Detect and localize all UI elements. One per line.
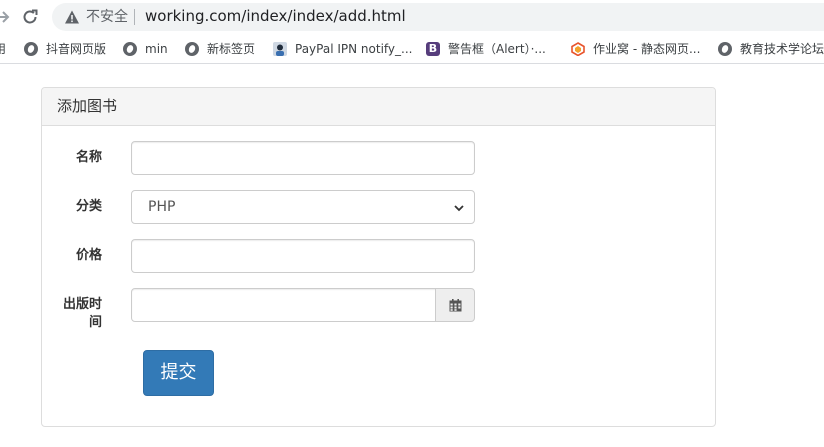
browser-toolbar: 不安全 working.com/index/index/add.html xyxy=(0,0,824,34)
calendar-button[interactable] xyxy=(435,288,475,322)
bookmark-label: 抖音网页版 xyxy=(46,42,107,56)
url-text[interactable]: working.com/index/index/add.html xyxy=(145,7,406,26)
panel-heading: 添加图书 xyxy=(42,88,715,126)
globe-icon xyxy=(718,42,732,56)
bookmark-label: 警告框（Alert）·... xyxy=(448,42,546,56)
category-selected-value: PHP xyxy=(148,199,176,215)
bookmarks-bar: 用 抖音网页版 min 新标签页 PayPal IPN notify_... B… xyxy=(0,34,824,64)
submit-button[interactable]: 提交 xyxy=(143,350,214,396)
address-bar[interactable]: 不安全 working.com/index/index/add.html xyxy=(52,3,824,31)
bookmark-label: 新标签页 xyxy=(207,42,256,56)
address-separator xyxy=(134,9,135,25)
globe-icon xyxy=(185,42,199,56)
bookmark-label: min xyxy=(145,42,168,56)
chevron-down-icon xyxy=(454,205,464,212)
name-input[interactable] xyxy=(131,141,475,175)
globe-icon xyxy=(123,42,137,56)
globe-icon xyxy=(24,42,38,56)
publish-date-label-line2: 间 xyxy=(88,315,102,330)
bootstrap-icon: B xyxy=(426,42,440,56)
bookmark-label: 教育技术学论坛 xyxy=(740,42,824,56)
publish-date-label: 出版时 间 xyxy=(58,296,102,332)
publish-date-input[interactable] xyxy=(131,288,437,322)
bookmark-label: PayPal IPN notify_... xyxy=(295,42,413,56)
warning-icon xyxy=(65,10,79,24)
add-book-panel: 添加图书 名称 分类 PHP 价格 出版时 间 提交 xyxy=(41,87,716,427)
publish-date-label-line1: 出版时 xyxy=(62,297,102,312)
security-label[interactable]: 不安全 xyxy=(86,8,128,26)
bookmark-partial-label: 用 xyxy=(0,42,7,56)
reload-icon[interactable] xyxy=(20,7,40,27)
name-label: 名称 xyxy=(75,150,102,165)
price-label: 价格 xyxy=(75,248,102,263)
category-select[interactable]: PHP xyxy=(131,190,475,224)
bookmark-label: 作业窝 - 静态网页... xyxy=(593,42,701,56)
site-logo-icon xyxy=(571,42,585,56)
forward-arrow-icon[interactable] xyxy=(0,7,12,27)
category-label: 分类 xyxy=(75,199,102,214)
price-input[interactable] xyxy=(131,239,475,273)
calendar-icon xyxy=(449,299,462,312)
avatar-icon xyxy=(273,42,287,56)
panel-title: 添加图书 xyxy=(57,97,118,115)
